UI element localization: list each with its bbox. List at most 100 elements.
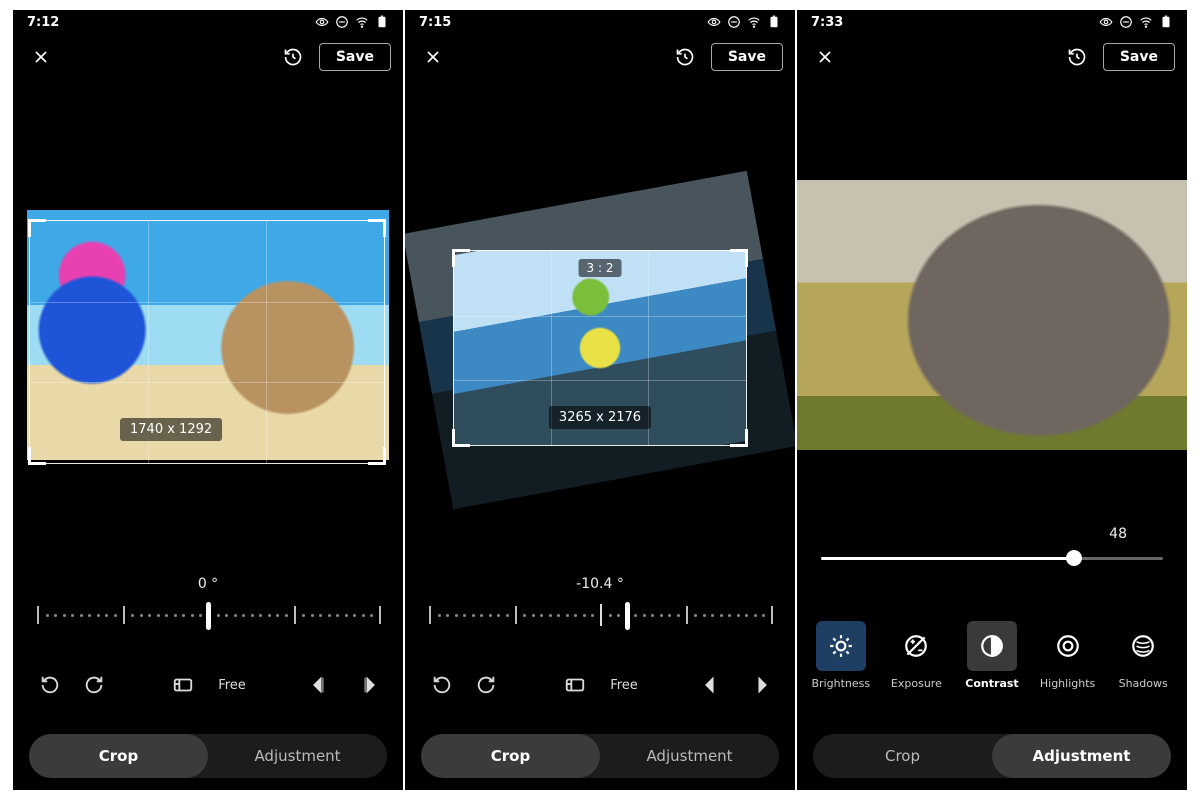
undo-history-button[interactable] (669, 41, 701, 73)
top-bar: Save (13, 34, 403, 80)
flip-vertical-button[interactable] (745, 672, 771, 698)
mode-crop[interactable]: Crop (813, 734, 992, 778)
crop-handle-tl[interactable] (452, 249, 470, 267)
close-icon (815, 47, 835, 67)
mode-crop[interactable]: Crop (421, 734, 600, 778)
save-button[interactable]: Save (1103, 43, 1175, 71)
adjustment-contrast[interactable]: Contrast (961, 621, 1023, 690)
close-icon (31, 47, 51, 67)
crop-grid-line (30, 382, 384, 383)
shadows-chip (1118, 621, 1168, 671)
status-time: 7:12 (27, 15, 59, 30)
crop-handle-bl[interactable] (28, 447, 46, 465)
crop-handle-br[interactable] (730, 429, 748, 447)
mode-adjustment[interactable]: Adjustment (992, 734, 1171, 778)
rotation-ruler[interactable] (37, 602, 379, 630)
crop-frame[interactable]: 3 : 2 3265 x 2176 (453, 250, 747, 446)
mode-adjustment[interactable]: Adjustment (208, 734, 387, 778)
highlights-icon (1055, 633, 1081, 659)
status-time: 7:33 (811, 15, 843, 30)
status-wifi-icon (355, 15, 369, 29)
flip-horizontal-button[interactable] (701, 672, 727, 698)
mode-crop[interactable]: Crop (29, 734, 208, 778)
mode-toggle: Crop Adjustment (421, 734, 779, 778)
status-battery-icon (375, 15, 389, 29)
aspect-label: Free (610, 678, 638, 693)
status-bar: 7:33 (797, 10, 1187, 34)
adjustment-value: 48 (1109, 526, 1127, 542)
exposure-chip (891, 621, 941, 671)
adjustment-slider[interactable] (821, 548, 1163, 568)
mode-toggle: Crop Adjustment (813, 734, 1171, 778)
crop-frame[interactable]: 1740 x 1292 (29, 220, 385, 464)
exposure-label: Exposure (891, 677, 942, 690)
crop-handle-tr[interactable] (730, 249, 748, 267)
close-button[interactable] (25, 41, 57, 73)
rotate-cw-button[interactable] (473, 672, 499, 698)
contrast-chip (967, 621, 1017, 671)
save-button[interactable]: Save (711, 43, 783, 71)
rotation-ruler[interactable] (429, 602, 771, 630)
status-bar: 7:15 (405, 10, 795, 34)
flip-vertical-button[interactable] (353, 672, 379, 698)
status-wifi-icon (747, 15, 761, 29)
rotate-ccw-icon (39, 674, 61, 696)
contrast-icon (979, 633, 1005, 659)
status-eye-icon (315, 15, 329, 29)
adjustment-highlights[interactable]: Highlights (1037, 621, 1099, 690)
flip-v-icon (355, 674, 377, 696)
highlights-chip (1043, 621, 1093, 671)
rotation-angle-label: 0 ° (13, 576, 403, 592)
highlights-label: Highlights (1040, 677, 1095, 690)
adjustment-brightness[interactable]: Brightness (810, 621, 872, 690)
crop-dimensions-badge: 1740 x 1292 (120, 418, 222, 441)
status-icons (1099, 15, 1173, 29)
slider-thumb[interactable] (1066, 550, 1082, 566)
status-dnd-icon (727, 15, 741, 29)
close-icon (423, 47, 443, 67)
shadows-label: Shadows (1119, 677, 1168, 690)
undo-history-button[interactable] (1061, 41, 1093, 73)
crop-handle-tr[interactable] (368, 219, 386, 237)
status-dnd-icon (1119, 15, 1133, 29)
close-button[interactable] (809, 41, 841, 73)
mode-adjustment[interactable]: Adjustment (600, 734, 779, 778)
crop-tool-row: Free (13, 672, 403, 698)
aspect-ratio-button[interactable] (170, 672, 196, 698)
status-icons (315, 15, 389, 29)
flip-horizontal-button[interactable] (309, 672, 335, 698)
brightness-label: Brightness (812, 677, 871, 690)
rotate-cw-icon (475, 674, 497, 696)
status-eye-icon (1099, 15, 1113, 29)
rotate-ccw-button[interactable] (37, 672, 63, 698)
editor-canvas[interactable]: 48 Brightness Exposure (797, 80, 1187, 790)
rotate-cw-icon (83, 674, 105, 696)
aspect-ratio-button[interactable] (562, 672, 588, 698)
slider-fill (821, 557, 1074, 560)
crop-dimensions-badge: 3265 x 2176 (549, 406, 651, 429)
crop-grid-line (30, 302, 384, 303)
rotate-ccw-button[interactable] (429, 672, 455, 698)
adjustment-exposure[interactable]: Exposure (885, 621, 947, 690)
phone-screen-3: 7:33 Save (797, 10, 1187, 790)
history-icon (675, 47, 695, 67)
crop-handle-tl[interactable] (28, 219, 46, 237)
save-button[interactable]: Save (319, 43, 391, 71)
adjustment-shadows[interactable]: Shadows (1112, 621, 1174, 690)
shadows-icon (1130, 633, 1156, 659)
flip-v-icon (747, 674, 769, 696)
rotate-cw-button[interactable] (81, 672, 107, 698)
status-battery-icon (1159, 15, 1173, 29)
history-icon (1067, 47, 1087, 67)
editor-canvas[interactable]: 1740 x 1292 0 ° Free (13, 80, 403, 790)
crop-handle-bl[interactable] (452, 429, 470, 447)
phone-screen-2: 7:15 Save (405, 10, 795, 790)
crop-handle-br[interactable] (368, 447, 386, 465)
rotate-ccw-icon (431, 674, 453, 696)
close-button[interactable] (417, 41, 449, 73)
status-battery-icon (767, 15, 781, 29)
undo-history-button[interactable] (277, 41, 309, 73)
status-wifi-icon (1139, 15, 1153, 29)
editor-canvas[interactable]: 3 : 2 3265 x 2176 -10.4 ° Free (405, 80, 795, 790)
rotation-control: 0 ° (13, 576, 403, 630)
